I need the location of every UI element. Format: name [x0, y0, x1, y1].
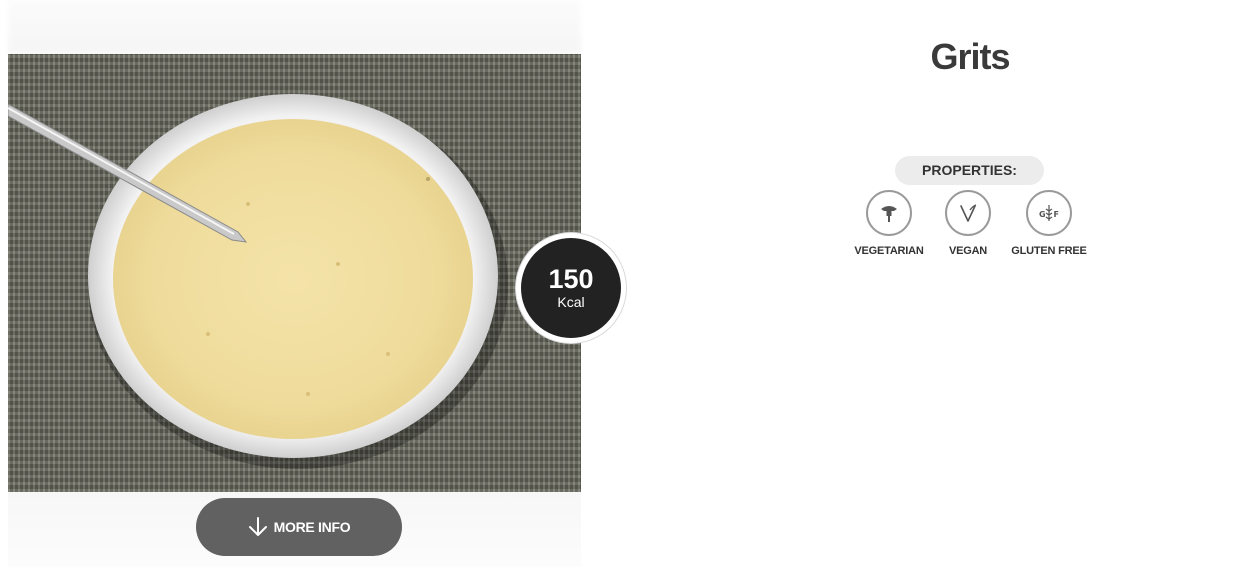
gluten-free-icon: G F	[1026, 190, 1072, 236]
vegetarian-label: VEGETARIAN	[854, 245, 924, 257]
property-vegan: VEGAN	[940, 190, 996, 257]
vegan-leaf-icon	[945, 190, 991, 236]
calorie-badge: 150 Kcal	[516, 233, 626, 343]
calorie-unit: Kcal	[557, 294, 585, 310]
vegan-label: VEGAN	[948, 245, 988, 257]
gluten-free-label: GLUTEN FREE	[1011, 245, 1087, 257]
svg-text:F: F	[1054, 210, 1059, 219]
dish-title: Grits	[930, 36, 1010, 77]
properties-heading: PROPERTIES:	[895, 156, 1044, 185]
dish-photo	[8, 54, 581, 492]
property-gluten-free: G F GLUTEN FREE	[1008, 190, 1090, 257]
grits-bowl-illustration	[8, 94, 508, 469]
property-vegetarian: VEGETARIAN	[850, 190, 928, 257]
arrow-down-icon	[248, 517, 267, 536]
more-info-button[interactable]: MORE INFO	[196, 498, 402, 556]
more-info-label: MORE INFO	[273, 519, 351, 535]
header-background	[8, 0, 581, 54]
calorie-value: 150	[548, 264, 594, 294]
svg-text:G: G	[1039, 210, 1046, 219]
vegetarian-icon	[866, 190, 912, 236]
